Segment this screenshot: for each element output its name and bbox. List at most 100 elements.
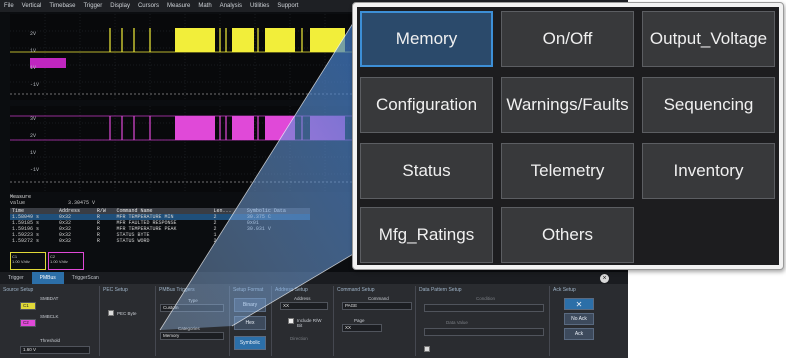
table-cell: 1.59272 s <box>12 238 40 244</box>
address-field[interactable]: XX <box>280 302 328 310</box>
category-button-inventory[interactable]: Inventory <box>642 143 775 199</box>
channel-descriptors: C1 1.00 V/div C2 1.00 V/div <box>10 252 140 270</box>
channel-value: 1.00 V/div <box>50 259 68 264</box>
menu-support[interactable]: Support <box>277 3 298 9</box>
address-setup-group: Address Setup Address XX Include R/W Bit… <box>272 286 334 356</box>
command-label: Command <box>368 296 389 301</box>
command-setup-group: Command Setup Command PAGE Page XX <box>334 286 416 356</box>
scale-label: -1V <box>30 167 40 173</box>
setup-format-group: Setup Format Binary Hex Symbolic <box>230 286 272 356</box>
scale-label: 1V <box>30 150 37 156</box>
condition-select[interactable] <box>424 304 544 312</box>
smbclk-label: SMBCLK <box>40 314 59 319</box>
measure-row-value: 3.30475 V <box>68 200 96 206</box>
type-select[interactable]: Custom <box>160 304 224 312</box>
include-rw-checkbox[interactable] <box>288 318 294 324</box>
smbdat-source-select[interactable]: C1 <box>20 302 36 310</box>
table-cell: 2 <box>213 238 217 244</box>
categories-label: Categories <box>178 326 200 331</box>
ack-setup-group: Ack Setup ✕ No Ack Ack <box>550 286 600 356</box>
category-button-configuration[interactable]: Configuration <box>360 77 493 133</box>
group-title: Data Pattern Setup <box>419 287 462 293</box>
trigger-dialog: Trigger PMBus TriggerScan × Source Setup… <box>0 272 628 358</box>
category-button-mfg-ratings[interactable]: Mfg_Ratings <box>360 207 493 263</box>
no-ack-button[interactable]: No Ack <box>564 313 594 325</box>
category-button-status[interactable]: Status <box>360 143 493 199</box>
dialog-tabs: Trigger PMBus TriggerScan <box>0 272 628 284</box>
menu-display[interactable]: Display <box>110 3 130 9</box>
scale-label: 2V <box>30 31 37 37</box>
scale-label: 3V <box>30 116 37 122</box>
category-button-warnings-faults[interactable]: Warnings/Faults <box>501 77 634 133</box>
channel-descriptor-c2[interactable]: C2 1.00 V/div <box>48 252 84 270</box>
menu-timebase[interactable]: Timebase <box>49 3 75 9</box>
channel-value: 1.00 V/div <box>12 259 30 264</box>
group-title: Ack Setup <box>553 287 576 293</box>
ack-dont-care-icon[interactable]: ✕ <box>564 298 594 310</box>
tab-triggerscan[interactable]: TriggerScan <box>64 272 107 284</box>
pec-byte-label: PEC Byte <box>117 311 137 316</box>
command-category-grid: Memory On/Off Output_Voltage Configurati… <box>357 7 779 265</box>
menu-cursors[interactable]: Cursors <box>138 3 159 9</box>
hex-button[interactable]: Hex <box>234 316 266 330</box>
categories-select[interactable]: Memory <box>160 332 224 340</box>
include-rw-label: Include R/W Bit <box>297 318 322 328</box>
menu-math[interactable]: Math <box>198 3 211 9</box>
menu-utilities[interactable]: Utilities <box>250 3 269 9</box>
category-button-sequencing[interactable]: Sequencing <box>642 77 775 133</box>
command-select[interactable]: PAGE <box>342 302 412 310</box>
page-label: Page <box>354 318 365 323</box>
table-cell <box>245 238 310 244</box>
category-button-memory[interactable]: Memory <box>360 11 493 67</box>
pmbus-decode-table: Time Address R/W Command Name Len... Sym… <box>10 208 310 244</box>
group-title: PMBus Triggers <box>159 287 195 293</box>
waveform-grid-bottom <box>10 106 360 192</box>
address-label: Address <box>294 296 311 301</box>
table-cell: 0x32 <box>58 238 71 244</box>
group-title: Setup Format <box>233 287 264 293</box>
direction-label: Direction <box>290 336 308 341</box>
measure-row-label: value <box>10 200 26 206</box>
smbdat-label: SMBDAT <box>40 296 59 301</box>
table-cell: R <box>96 238 100 244</box>
channel-descriptor-c1[interactable]: C1 1.00 V/div <box>10 252 46 270</box>
data-value-field[interactable] <box>424 328 544 336</box>
menu-file[interactable]: File <box>4 3 14 9</box>
category-button-on-off[interactable]: On/Off <box>501 11 634 67</box>
menu-measure[interactable]: Measure <box>167 3 190 9</box>
category-button-others[interactable]: Others <box>501 207 634 263</box>
menu-vertical[interactable]: Vertical <box>22 3 42 9</box>
data-pattern-checkbox[interactable] <box>424 346 430 352</box>
smbclk-source-select[interactable]: C2 <box>20 319 36 327</box>
threshold-label: Threshold <box>40 338 61 343</box>
ack-button[interactable]: Ack <box>564 328 594 340</box>
menu-analysis[interactable]: Analysis <box>220 3 242 9</box>
group-title: Command Setup <box>337 287 375 293</box>
type-label: Type <box>188 298 198 303</box>
measure-row: value 3.30475 V <box>10 200 310 206</box>
close-icon[interactable]: × <box>600 274 609 283</box>
group-title: Address Setup <box>275 287 308 293</box>
tab-trigger[interactable]: Trigger <box>0 272 32 284</box>
category-button-output-voltage[interactable]: Output_Voltage <box>642 11 775 67</box>
scale-label: 1V <box>30 48 37 54</box>
threshold-field[interactable]: 1.60 V <box>20 346 90 354</box>
pec-setup-group: PEC Setup PEC Byte <box>100 286 156 356</box>
symbolic-button[interactable]: Symbolic <box>234 336 266 350</box>
category-button-telemetry[interactable]: Telemetry <box>501 143 634 199</box>
group-title: PEC Setup <box>103 287 128 293</box>
condition-label: Condition <box>476 296 496 301</box>
tab-pmbus[interactable]: PMBus <box>31 272 64 284</box>
source-setup-group: Source Setup SMBDAT C1 SMBCLK C2 Thresho… <box>0 286 100 356</box>
table-cell: STATUS WORD <box>116 238 150 244</box>
data-value-label: Data Value <box>446 320 468 325</box>
page-field[interactable]: XX <box>342 324 382 332</box>
pmbus-triggers-group: PMBus Triggers Type Custom Categories Me… <box>156 286 230 356</box>
waveform-grid-top <box>10 14 360 100</box>
table-row[interactable]: 1.59272 s 0x32 R STATUS WORD 2 <box>10 238 310 244</box>
menu-trigger[interactable]: Trigger <box>83 3 102 9</box>
data-pattern-setup-group: Data Pattern Setup Condition Data Value <box>416 286 550 356</box>
binary-button[interactable]: Binary <box>234 298 266 312</box>
scale-label: 2V <box>30 133 37 139</box>
pec-byte-checkbox[interactable] <box>108 310 114 316</box>
